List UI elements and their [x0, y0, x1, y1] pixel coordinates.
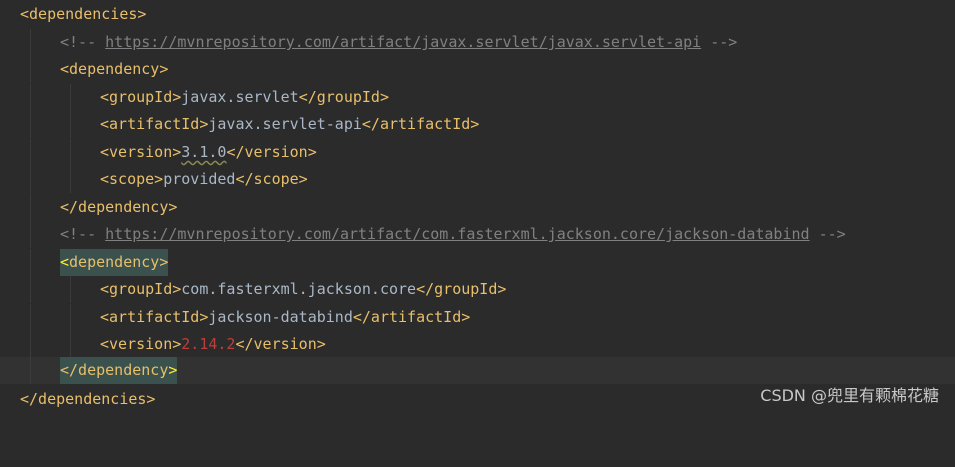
groupid-open-tag: <groupId> [100, 280, 182, 298]
comment-open: <!-- [60, 33, 106, 51]
indent-guide [30, 276, 31, 303]
indent-guide [70, 139, 71, 166]
indent-guide [30, 331, 31, 358]
indent-guide [30, 111, 31, 138]
comment-close: --> [701, 33, 738, 51]
matched-tag-highlight: </dependency> [60, 357, 178, 384]
artifactid-value: jackson-databind [208, 308, 353, 326]
indent-guide [30, 221, 31, 248]
artifactid-open-tag: <artifactId> [100, 308, 209, 326]
code-line[interactable]: <artifactId>jackson-databind</artifactId… [0, 304, 955, 331]
code-line[interactable]: <!-- https://mvnrepository.com/artifact/… [0, 29, 955, 56]
dependency-open-tag: dependency> [69, 253, 169, 271]
code-line[interactable]: <version>3.1.0</version> [0, 139, 955, 166]
comment-open: <!-- [60, 225, 106, 243]
indent-guide [30, 139, 31, 166]
indent-guide [30, 194, 31, 221]
version-open-tag: <version> [100, 143, 182, 161]
version-value-error[interactable]: 2.14.2 [181, 335, 235, 353]
dependencies-close-tag: </dependencies> [20, 390, 156, 408]
code-editor[interactable]: <dependencies> <!-- https://mvnrepositor… [0, 0, 955, 415]
indent-guide [70, 84, 71, 111]
matched-bracket: < [60, 253, 70, 271]
indent-guide [30, 84, 31, 111]
groupid-close-tag: </groupId> [298, 88, 389, 106]
csdn-watermark: CSDN @兜里有颗棉花糖 [760, 386, 939, 405]
indent-guide [30, 249, 31, 276]
indent-guide [70, 304, 71, 331]
code-line[interactable]: </dependency> [0, 194, 955, 221]
groupid-value: javax.servlet [181, 88, 299, 106]
code-line[interactable]: <!-- https://mvnrepository.com/artifact/… [0, 221, 955, 248]
comment-url-link[interactable]: https://mvnrepository.com/artifact/javax… [105, 33, 701, 51]
groupid-open-tag: <groupId> [100, 88, 182, 106]
code-line[interactable]: <dependency> [0, 249, 955, 276]
indent-guide [30, 357, 31, 384]
code-line[interactable]: <dependencies> [0, 1, 955, 28]
code-line[interactable]: <groupId>com.fasterxml.jackson.core</gro… [0, 276, 955, 303]
scope-value: provided [163, 170, 236, 188]
indent-guide [70, 276, 71, 303]
comment-close: --> [809, 225, 846, 243]
code-line[interactable]: <dependency> [0, 56, 955, 83]
scope-open-tag: <scope> [100, 170, 164, 188]
dependencies-open-tag: <dependencies> [20, 5, 147, 23]
code-line[interactable]: <groupId>javax.servlet</groupId> [0, 84, 955, 111]
artifactid-close-tag: </artifactId> [361, 115, 480, 133]
scope-close-tag: </scope> [235, 170, 308, 188]
code-line[interactable]: <version>2.14.2</version> [0, 331, 955, 358]
indent-guide [70, 331, 71, 358]
indent-guide [70, 111, 71, 138]
version-value-warning[interactable]: 3.1.0 [181, 143, 226, 161]
dependency-close-tag: </dependency> [60, 198, 178, 216]
indent-guide [30, 166, 31, 193]
artifactid-open-tag: <artifactId> [100, 115, 209, 133]
current-code-line[interactable]: </dependency> [0, 357, 955, 384]
comment-url-link[interactable]: https://mvnrepository.com/artifact/com.f… [105, 225, 809, 243]
indent-guide [30, 56, 31, 83]
code-line[interactable]: <scope>provided</scope> [0, 166, 955, 193]
indent-guide [70, 166, 71, 193]
version-open-tag: <version> [100, 335, 182, 353]
matched-tag-highlight: <dependency> [60, 249, 169, 276]
matched-bracket: > [168, 361, 178, 379]
indent-guide [30, 304, 31, 331]
version-close-tag: </version> [226, 143, 317, 161]
version-close-tag: </version> [235, 335, 326, 353]
groupid-close-tag: </groupId> [416, 280, 507, 298]
code-line[interactable]: <artifactId>javax.servlet-api</artifactI… [0, 111, 955, 138]
artifactid-value: javax.servlet-api [208, 115, 362, 133]
groupid-value: com.fasterxml.jackson.core [181, 280, 417, 298]
dependency-close-tag: </dependency [60, 361, 169, 379]
artifactid-close-tag: </artifactId> [352, 308, 471, 326]
indent-guide [30, 29, 31, 56]
dependency-open-tag: <dependency> [60, 60, 169, 78]
